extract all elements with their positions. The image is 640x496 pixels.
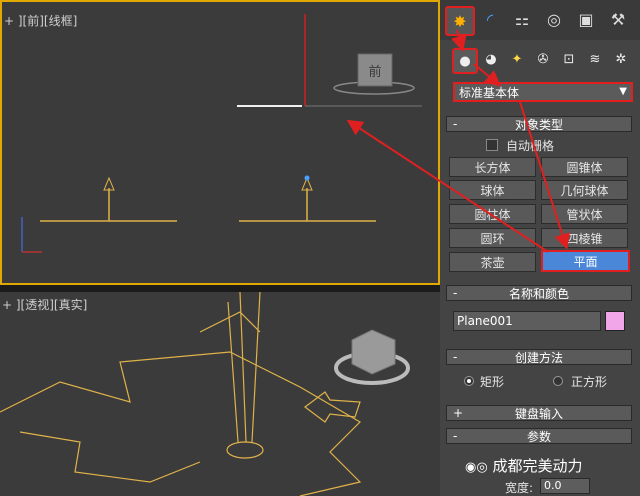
systems-button[interactable]: ✲ [610,48,632,70]
shapes-icon: ◕ [485,51,497,67]
front-viewport[interactable]: + ][前][线框] 前 [0,0,440,285]
autogrid-label: 自动栅格 [506,139,555,153]
hierarchy-icon: ⚏ [514,9,530,29]
rollout-title: 参数 [526,429,551,444]
rollout-collapse-sign: - [453,286,458,300]
front-viewport-canvas: 前 [21,14,422,253]
box-button[interactable]: 长方体 [449,157,536,177]
object-color-swatch[interactable] [605,311,625,331]
rollout-name-color[interactable]: - 名称和颜色 [446,285,632,301]
create-tab[interactable]: ✸ [445,6,475,36]
geometry-icon: ● [459,53,471,69]
rectangle-radio[interactable] [464,376,474,386]
modify-tab[interactable]: ◜ [477,6,503,32]
rollout-object-type[interactable]: - 对象类型 [446,116,632,132]
chevron-down-icon: ▼ [619,86,627,97]
viewcube-face-label: 前 [368,64,381,80]
rollout-title: 创建方法 [514,350,563,365]
motion-tab[interactable]: ◎ [541,6,567,32]
systems-icon: ✲ [615,51,627,67]
display-icon: ▣ [578,9,594,29]
perspective-viewport-canvas [0,292,410,496]
rollout-title: 键盘输入 [514,406,563,421]
rollout-creation-method[interactable]: - 创建方法 [446,349,632,365]
width-spinner[interactable]: 0.0 [540,478,590,494]
utilities-icon: ⚒ [610,9,626,29]
rollout-keyboard-entry[interactable]: + 键盘输入 [446,405,632,421]
rollout-collapse-sign: - [453,429,458,443]
autogrid-checkbox[interactable] [486,139,498,151]
cylinder-button[interactable]: 圆柱体 [449,204,536,224]
geometry-button[interactable]: ● [452,48,478,74]
square-radio-label: 正方形 [571,375,608,389]
hierarchy-tab[interactable]: ⚏ [509,6,535,32]
object-name-field[interactable]: Plane001 [453,311,601,331]
width-label: 宽度: [505,481,534,495]
object-type-dropdown[interactable]: 标准基本体 ▼ [453,82,633,102]
torus-button[interactable]: 圆环 [449,228,536,248]
cameras-button[interactable]: ✇ [532,48,554,70]
command-panel-tabs: ✸ ◜ ⚏ ◎ ▣ ⚒ [440,0,640,40]
geosphere-button[interactable]: 几何球体 [541,180,628,200]
sphere-button[interactable]: 球体 [449,180,536,200]
wechat-icon: ◉◎ [465,460,488,475]
spacewarps-button[interactable]: ≋ [584,48,606,70]
helpers-button[interactable]: ⊡ [558,48,580,70]
rollout-collapse-sign: - [453,350,458,364]
pyramid-button[interactable]: 四棱锥 [541,228,628,248]
helpers-icon: ⊡ [563,51,575,67]
watermark-text: 成都完美动力 [492,457,583,475]
rollout-title: 名称和颜色 [508,286,569,301]
modify-icon: ◜ [486,9,494,29]
lights-icon: ✦ [511,51,523,67]
plane-button[interactable]: 平面 [541,250,630,272]
rollout-collapse-sign: - [453,117,458,131]
square-radio[interactable] [553,376,563,386]
rollout-expand-sign: + [453,406,464,420]
lights-button[interactable]: ✦ [506,48,528,70]
shapes-button[interactable]: ◕ [480,48,502,70]
object-category-bar: ● ◕ ✦ ✇ ⊡ ≋ ✲ [440,44,640,76]
cameras-icon: ✇ [537,51,549,67]
create-icon: ✸ [453,11,467,31]
spacewarps-icon: ≋ [589,51,601,67]
perspective-viewport[interactable]: + ][透视][真实] [0,292,440,496]
rollout-parameters[interactable]: - 参数 [446,428,632,444]
rectangle-radio-label: 矩形 [480,375,505,389]
display-tab[interactable]: ▣ [573,6,599,32]
motion-icon: ◎ [547,9,561,29]
dropdown-value: 标准基本体 [459,85,520,100]
watermark: ◉◎ 成都完美动力 [465,455,582,476]
tube-button[interactable]: 管状体 [541,204,628,224]
utilities-tab[interactable]: ⚒ [605,6,631,32]
rollout-title: 对象类型 [514,117,563,132]
cone-button[interactable]: 圆锥体 [541,157,628,177]
teapot-button[interactable]: 茶壶 [449,252,536,272]
